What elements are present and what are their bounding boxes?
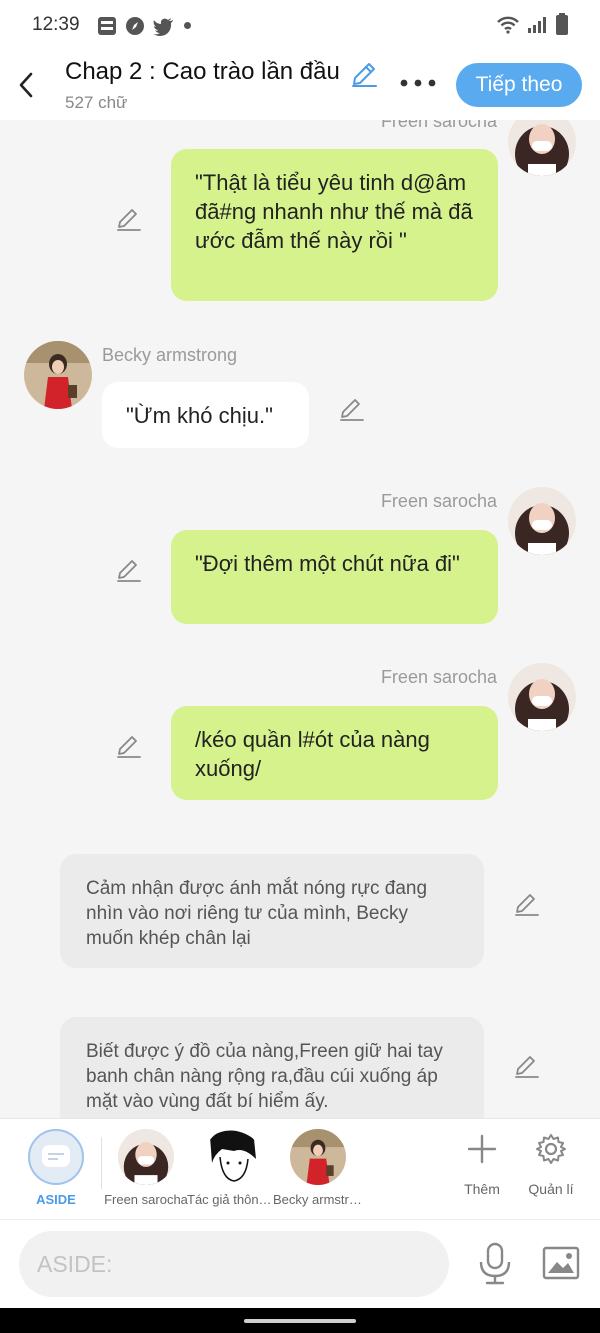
character-label: Becky armstrong (273, 1192, 363, 1207)
character-label: ASIDE (36, 1192, 76, 1207)
manage-label: Quản lí (528, 1181, 574, 1197)
gear-icon (536, 1134, 566, 1164)
dot-icon (184, 22, 191, 29)
character-chip-freen[interactable]: Freen sarocha (101, 1119, 191, 1220)
author-avatar (204, 1129, 260, 1185)
freen-avatar (118, 1129, 174, 1185)
becky-avatar[interactable] (24, 341, 92, 409)
add-label: Thêm (464, 1181, 500, 1197)
twitter-icon (153, 18, 173, 36)
composer (0, 1219, 600, 1308)
bao-moi-icon (98, 17, 116, 35)
message-bubble[interactable]: "Thật là tiểu yêu tinh d@âm đã#ng nhanh … (171, 149, 498, 301)
sender-name: Becky armstrong (102, 345, 238, 365)
back-arrow-icon[interactable] (12, 68, 42, 102)
sender-name: Freen sarocha (380, 491, 497, 511)
home-indicator[interactable] (244, 1319, 356, 1323)
chat-area[interactable]: Freen sarocha "Thật là tiểu yêu tinh d@â… (0, 120, 600, 1118)
manage-characters-button[interactable]: Quản lí (516, 1119, 586, 1220)
character-bar: ASIDE Freen sarocha Tác giả thông báo Be… (0, 1118, 600, 1219)
microphone-icon[interactable] (478, 1242, 512, 1286)
app-bar: Chap 2 : Cao trào lần đầu 527 chữ Tiếp t… (0, 50, 600, 120)
wifi-icon (497, 16, 519, 34)
signal-icon (528, 17, 546, 33)
plus-icon (467, 1134, 497, 1164)
status-bar: 12:39 (0, 0, 600, 50)
message-input[interactable] (19, 1231, 449, 1297)
freen-avatar[interactable] (508, 663, 576, 731)
word-count: 527 chữ (65, 93, 128, 112)
character-label: Tác giả thông báo (187, 1192, 277, 1207)
edit-message-icon[interactable] (513, 890, 541, 918)
character-chip-aside[interactable]: ASIDE (11, 1119, 101, 1220)
sender-name: Freen sarocha (380, 667, 497, 687)
edit-title-icon[interactable] (350, 60, 378, 88)
image-icon[interactable] (542, 1246, 580, 1280)
message-bubble[interactable]: "Đợi thêm một chút nữa đi" (171, 530, 498, 624)
freen-avatar[interactable] (508, 487, 576, 555)
compass-icon (126, 17, 144, 35)
character-chip-becky[interactable]: Becky armstrong (273, 1119, 363, 1220)
edit-message-icon[interactable] (115, 556, 143, 584)
character-label: Freen sarocha (104, 1192, 188, 1207)
edit-message-icon[interactable] (115, 205, 143, 233)
status-time: 12:39 (32, 14, 80, 35)
battery-icon (556, 13, 568, 35)
edit-message-icon[interactable] (513, 1052, 541, 1080)
character-chip-author[interactable]: Tác giả thông báo (187, 1119, 277, 1220)
edit-message-icon[interactable] (115, 732, 143, 760)
sender-name: Freen sarocha (380, 120, 497, 131)
edit-message-icon[interactable] (338, 395, 366, 423)
aside-chat-icon (28, 1129, 84, 1185)
message-bubble[interactable]: /kéo quần l#ót của nàng xuống/ (171, 706, 498, 800)
more-options-icon[interactable] (398, 76, 438, 90)
aside-bubble[interactable]: Cảm nhận được ánh mắt nóng rực đang nhìn… (60, 854, 484, 968)
next-chapter-button[interactable]: Tiếp theo (456, 63, 582, 107)
becky-avatar (290, 1129, 346, 1185)
add-character-button[interactable]: Thêm (447, 1119, 517, 1220)
aside-bubble[interactable]: Biết được ý đồ của nàng,Freen giữ hai ta… (60, 1017, 484, 1118)
chapter-title: Chap 2 : Cao trào lần đầu (65, 58, 340, 85)
system-nav-bar (0, 1308, 600, 1333)
freen-avatar[interactable] (508, 120, 576, 176)
message-bubble[interactable]: "Ừm khó chịu." (102, 382, 309, 448)
